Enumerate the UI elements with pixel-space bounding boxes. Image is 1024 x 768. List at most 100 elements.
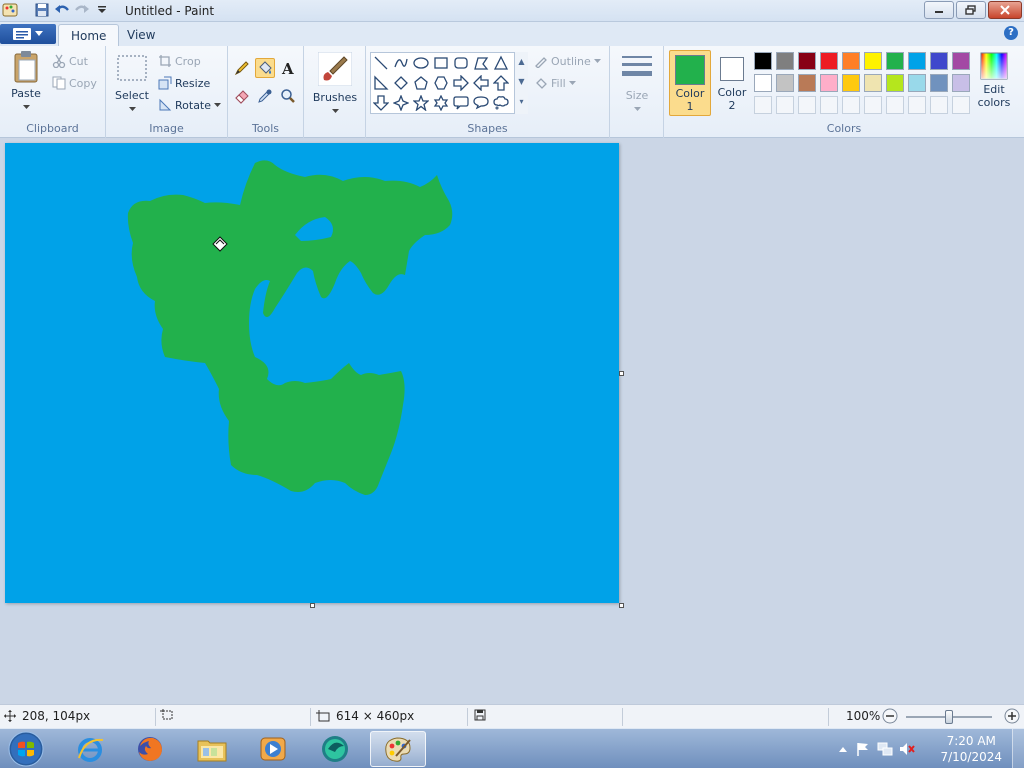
palette-swatch[interactable] bbox=[930, 74, 948, 92]
palette-swatch[interactable] bbox=[886, 74, 904, 92]
customize-qat-icon[interactable] bbox=[94, 2, 110, 18]
scroll-down-icon[interactable]: ▼ bbox=[515, 72, 528, 92]
shape-six-point-star[interactable] bbox=[431, 93, 451, 113]
minimize-button[interactable] bbox=[924, 1, 954, 19]
palette-swatch[interactable] bbox=[798, 74, 816, 92]
palette-swatch[interactable] bbox=[864, 74, 882, 92]
taskbar-app-green[interactable] bbox=[308, 731, 364, 767]
palette-swatch[interactable] bbox=[776, 74, 794, 92]
palette-swatch[interactable] bbox=[776, 52, 794, 70]
shape-rounded-rectangle[interactable] bbox=[451, 53, 471, 73]
shape-right-triangle[interactable] bbox=[371, 73, 391, 93]
custom-color-slot[interactable] bbox=[886, 96, 904, 114]
help-icon[interactable]: ? bbox=[1004, 26, 1018, 40]
scroll-up-icon[interactable]: ▲ bbox=[515, 52, 528, 72]
show-desktop-button[interactable] bbox=[1012, 729, 1024, 768]
shape-rectangle[interactable] bbox=[431, 53, 451, 73]
shapes-scroll[interactable]: ▲ ▼ ▾ bbox=[514, 52, 528, 114]
shape-left-arrow[interactable] bbox=[471, 73, 491, 93]
shape-right-arrow[interactable] bbox=[451, 73, 471, 93]
palette-swatch[interactable] bbox=[908, 52, 926, 70]
palette-swatch[interactable] bbox=[754, 52, 772, 70]
custom-color-slot[interactable] bbox=[908, 96, 926, 114]
redo-icon[interactable] bbox=[74, 2, 90, 18]
rotate-button[interactable]: Rotate bbox=[158, 98, 222, 112]
size-button[interactable]: Size bbox=[619, 54, 655, 115]
palette-swatch[interactable] bbox=[930, 52, 948, 70]
taskbar-paint[interactable] bbox=[370, 731, 426, 767]
shape-down-arrow[interactable] bbox=[371, 93, 391, 113]
paste-button[interactable]: Paste bbox=[6, 50, 46, 113]
crop-button[interactable]: Crop bbox=[158, 54, 201, 68]
palette-swatch[interactable] bbox=[842, 74, 860, 92]
shape-polygon[interactable] bbox=[471, 53, 491, 73]
drawing-canvas[interactable] bbox=[5, 143, 619, 603]
custom-color-slot[interactable] bbox=[776, 96, 794, 114]
palette-swatch[interactable] bbox=[820, 52, 838, 70]
custom-color-slot[interactable] bbox=[754, 96, 772, 114]
taskbar-media-player[interactable] bbox=[245, 731, 301, 767]
canvas-resize-handle-corner[interactable] bbox=[619, 603, 624, 608]
shape-diamond[interactable] bbox=[391, 73, 411, 93]
color1-button[interactable]: Color 1 bbox=[669, 50, 711, 116]
tab-view[interactable]: View bbox=[115, 24, 167, 46]
zoom-in-button[interactable] bbox=[1004, 708, 1020, 724]
clock[interactable]: 7:20 AM 7/10/2024 bbox=[940, 733, 1002, 765]
custom-color-slot[interactable] bbox=[842, 96, 860, 114]
palette-swatch[interactable] bbox=[798, 52, 816, 70]
palette-swatch[interactable] bbox=[952, 52, 970, 70]
save-icon[interactable] bbox=[34, 2, 50, 18]
color2-button[interactable]: Color 2 bbox=[713, 50, 751, 116]
show-hidden-icons-button[interactable] bbox=[836, 731, 850, 767]
palette-swatch[interactable] bbox=[842, 52, 860, 70]
custom-color-slot[interactable] bbox=[930, 96, 948, 114]
pencil-tool[interactable] bbox=[232, 58, 252, 78]
text-tool[interactable]: A bbox=[278, 58, 298, 78]
outline-button[interactable]: Outline bbox=[534, 54, 601, 68]
volume-muted-icon[interactable] bbox=[898, 731, 916, 767]
shape-rounded-callout[interactable] bbox=[451, 93, 471, 113]
canvas-resize-handle-right[interactable] bbox=[619, 371, 624, 376]
palette-swatch[interactable] bbox=[754, 74, 772, 92]
paint-app-icon[interactable] bbox=[2, 2, 18, 18]
custom-color-slot[interactable] bbox=[798, 96, 816, 114]
color-picker-tool[interactable] bbox=[255, 86, 275, 106]
palette-swatch[interactable] bbox=[952, 74, 970, 92]
palette-swatch[interactable] bbox=[908, 74, 926, 92]
custom-color-slot[interactable] bbox=[952, 96, 970, 114]
brushes-button[interactable]: Brushes bbox=[312, 51, 358, 117]
shape-oval-callout[interactable] bbox=[471, 93, 491, 113]
taskbar-firefox[interactable] bbox=[122, 731, 178, 767]
shape-five-point-star[interactable] bbox=[411, 93, 431, 113]
taskbar-internet-explorer[interactable] bbox=[62, 731, 118, 767]
fill-button[interactable]: Fill bbox=[534, 76, 576, 90]
resize-button[interactable]: Resize bbox=[158, 76, 210, 90]
shape-cloud-callout[interactable] bbox=[491, 93, 511, 113]
close-button[interactable] bbox=[988, 1, 1022, 19]
zoom-out-button[interactable] bbox=[882, 708, 898, 724]
shape-triangle[interactable] bbox=[491, 53, 511, 73]
shape-line[interactable] bbox=[371, 53, 391, 73]
fill-tool[interactable] bbox=[255, 58, 275, 78]
action-center-icon[interactable] bbox=[854, 731, 872, 767]
palette-swatch[interactable] bbox=[886, 52, 904, 70]
palette-swatch[interactable] bbox=[820, 74, 838, 92]
eraser-tool[interactable] bbox=[232, 86, 252, 106]
tab-home[interactable]: Home bbox=[58, 24, 120, 46]
gallery-expand-icon[interactable]: ▾ bbox=[515, 92, 528, 112]
magnifier-tool[interactable] bbox=[278, 86, 298, 106]
select-button[interactable]: Select bbox=[114, 54, 150, 115]
shape-four-point-star[interactable] bbox=[391, 93, 411, 113]
canvas-resize-handle-bottom[interactable] bbox=[310, 603, 315, 608]
custom-color-slot[interactable] bbox=[864, 96, 882, 114]
shape-curve[interactable] bbox=[391, 53, 411, 73]
shape-pentagon[interactable] bbox=[411, 73, 431, 93]
cut-button[interactable]: Cut bbox=[52, 54, 88, 68]
shape-up-arrow[interactable] bbox=[491, 73, 511, 93]
paint-menu-button[interactable] bbox=[0, 24, 56, 44]
shape-hexagon[interactable] bbox=[431, 73, 451, 93]
network-icon[interactable] bbox=[876, 731, 894, 767]
zoom-slider-thumb[interactable] bbox=[945, 710, 953, 724]
taskbar-file-explorer[interactable] bbox=[184, 731, 240, 767]
shape-oval[interactable] bbox=[411, 53, 431, 73]
